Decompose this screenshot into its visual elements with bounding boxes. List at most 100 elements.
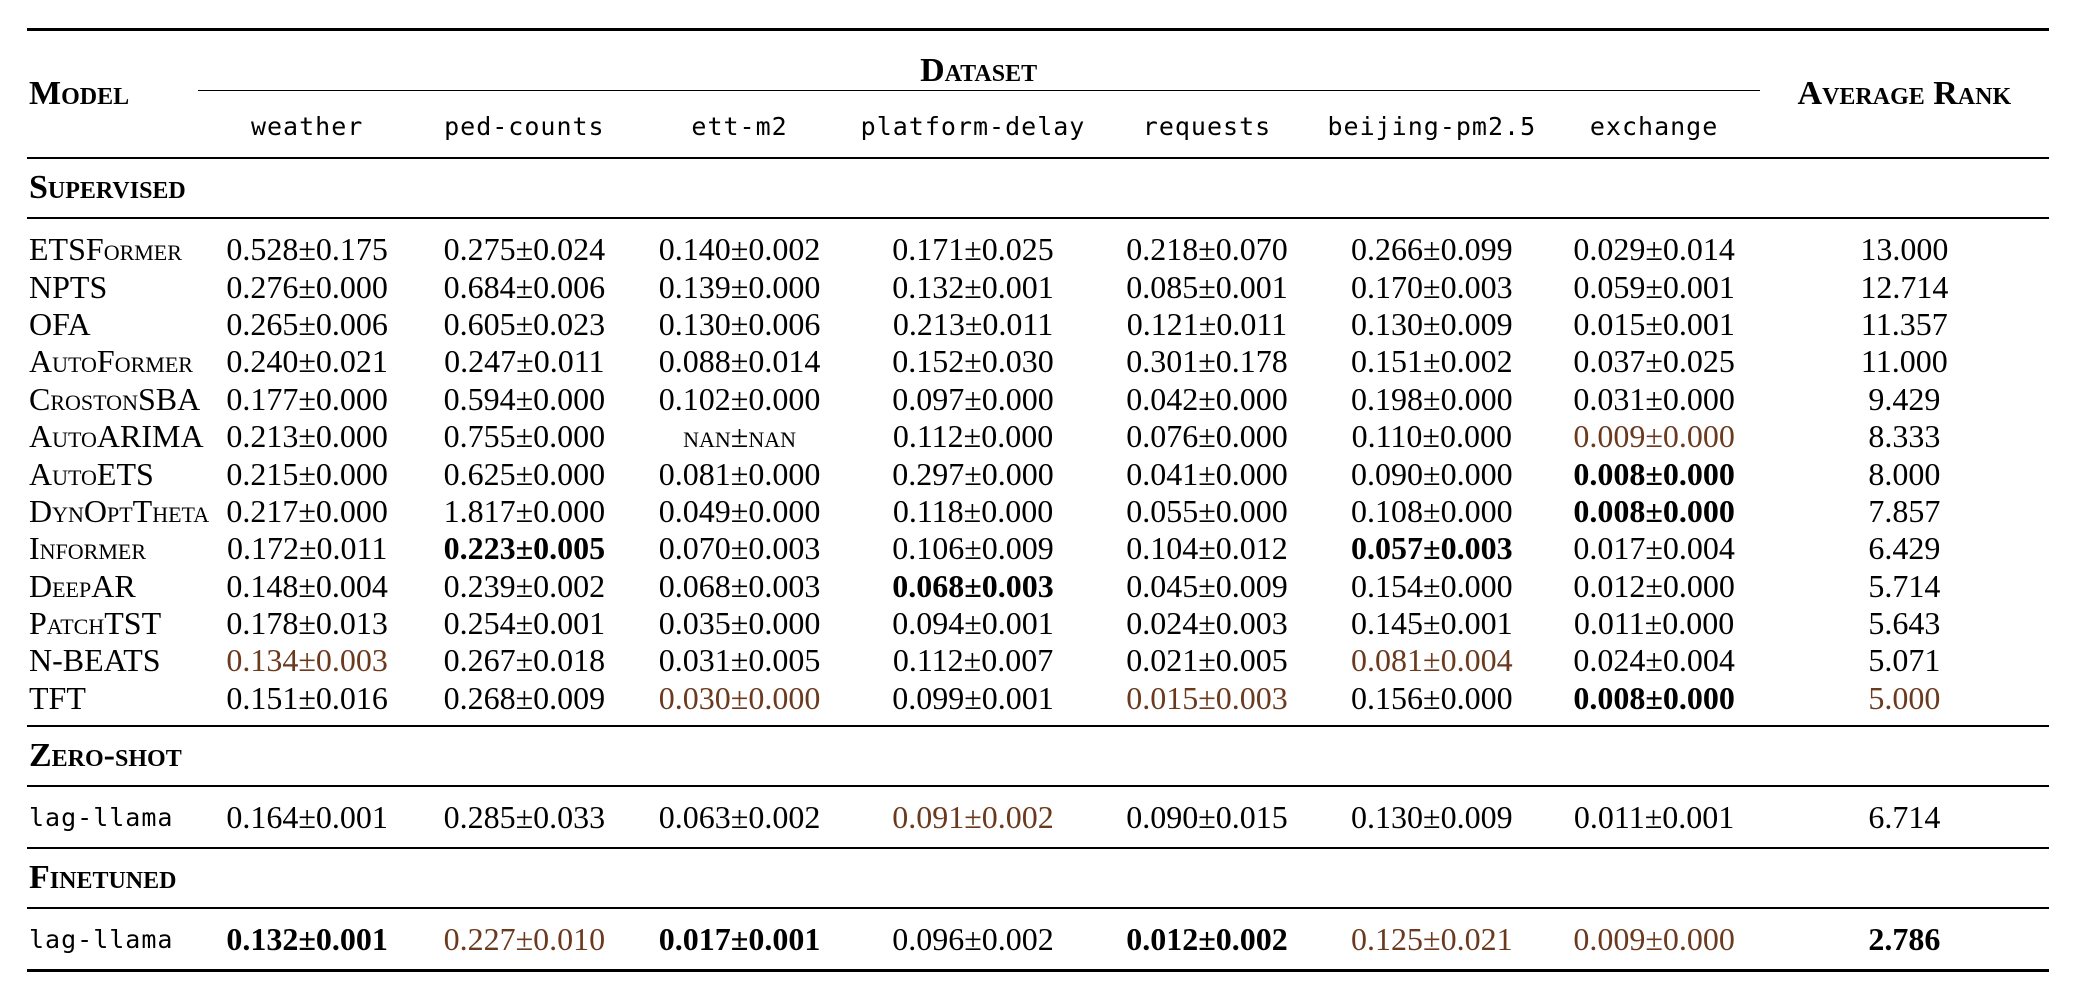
score-cell: 0.132±0.001 bbox=[892, 268, 1054, 305]
model-name-cell: Informer bbox=[29, 530, 147, 567]
score-cell: 0.042±0.000 bbox=[1126, 380, 1288, 417]
score-cell: 0.239±0.002 bbox=[443, 567, 606, 604]
table-row: AutoFormer 0.240±0.021 0.247±0.011 0.088±0.… bbox=[27, 343, 2049, 380]
average-rank-cell: 6.429 bbox=[1868, 530, 1941, 567]
section-label-supervised: Supervised bbox=[29, 169, 186, 206]
header-row-1: Model Dataset Average Rank bbox=[27, 29, 2049, 112]
score-cell: 0.152±0.030 bbox=[892, 343, 1054, 380]
average-rank-cell: 11.000 bbox=[1860, 343, 1948, 380]
model-name-cell: N-BEATS bbox=[29, 642, 161, 679]
score-cell: 0.140±0.002 bbox=[658, 231, 821, 268]
score-cell: 0.148±0.004 bbox=[226, 567, 388, 604]
model-header: Model bbox=[29, 75, 130, 112]
score-cell: 0.045±0.009 bbox=[1126, 567, 1288, 604]
average-rank-cell: 8.333 bbox=[1868, 418, 1941, 455]
score-cell: 0.088±0.014 bbox=[658, 343, 821, 380]
table-row: NPTS 0.276±0.000 0.684±0.006 0.139±0.000 0.1… bbox=[27, 268, 2049, 305]
model-name-cell: AutoARIMA bbox=[29, 418, 204, 455]
score-cell: 0.170±0.003 bbox=[1351, 268, 1513, 305]
score-cell: 0.021±0.005 bbox=[1126, 642, 1288, 679]
score-cell: 0.285±0.033 bbox=[443, 798, 606, 835]
score-cell: 0.213±0.011 bbox=[892, 305, 1054, 342]
score-cell: 0.024±0.004 bbox=[1573, 642, 1735, 679]
average-rank-cell: 5.714 bbox=[1868, 567, 1941, 604]
model-name-cell: AutoFormer bbox=[29, 343, 193, 380]
model-name-cell: PatchTST bbox=[29, 605, 162, 642]
score-cell: 0.031±0.000 bbox=[1573, 380, 1735, 417]
average-rank-cell: 5.643 bbox=[1868, 605, 1941, 642]
score-cell: 0.178±0.013 bbox=[226, 605, 388, 642]
column-header-exchange: exchange bbox=[1589, 111, 1719, 141]
score-cell: 0.037±0.025 bbox=[1573, 343, 1735, 380]
average-rank-cell: 5.071 bbox=[1868, 642, 1941, 679]
score-cell: 0.106±0.009 bbox=[892, 530, 1054, 567]
score-cell: 0.684±0.006 bbox=[443, 268, 606, 305]
table-row: OFA 0.265±0.006 0.605±0.023 0.130±0.006 0.21… bbox=[27, 306, 2049, 343]
score-cell: 0.108±0.000 bbox=[1351, 492, 1513, 529]
score-cell: 0.254±0.001 bbox=[443, 605, 606, 642]
score-cell: 0.130±0.009 bbox=[1351, 798, 1513, 835]
average-rank-cell: 13.000 bbox=[1860, 231, 1949, 268]
score-cell: 0.227±0.010 bbox=[443, 920, 606, 957]
score-cell: 0.151±0.002 bbox=[1351, 343, 1513, 380]
score-cell: 0.132±0.001 bbox=[226, 920, 388, 957]
score-cell: 0.090±0.015 bbox=[1126, 798, 1288, 835]
score-cell: 0.041±0.000 bbox=[1126, 455, 1288, 492]
section-row-supervised: Supervised bbox=[27, 158, 2049, 218]
model-name-cell: OFA bbox=[29, 305, 91, 342]
table-row: PatchTST 0.178±0.013 0.254±0.001 0.035±0.00… bbox=[27, 605, 2049, 642]
model-name-cell: ETSFormer bbox=[29, 231, 182, 268]
score-cell: 0.055±0.000 bbox=[1126, 492, 1288, 529]
score-cell: 0.130±0.009 bbox=[1351, 305, 1513, 342]
section-row-finetuned: Finetuned bbox=[27, 848, 2049, 908]
score-cell: 0.012±0.000 bbox=[1573, 567, 1735, 604]
score-cell: 0.015±0.003 bbox=[1126, 679, 1288, 716]
average-rank-cell: 8.000 bbox=[1868, 455, 1941, 492]
table-row: TFT 0.151±0.016 0.268±0.009 0.030±0.000 0.09… bbox=[27, 680, 2049, 726]
results-table-container: Model Dataset Average Rank weather ped-c… bbox=[27, 28, 2049, 972]
model-name-cell: DynOptTheta bbox=[29, 492, 210, 529]
score-cell: 0.017±0.001 bbox=[658, 920, 821, 957]
average-rank-cell: 12.714 bbox=[1860, 268, 1949, 305]
model-name-cell: lag-llama bbox=[29, 802, 174, 832]
score-cell: nan±nan bbox=[683, 418, 796, 455]
score-cell: 0.011±0.000 bbox=[1573, 605, 1735, 642]
score-cell: 0.247±0.011 bbox=[444, 343, 605, 380]
column-header-ped-counts: ped-counts bbox=[444, 111, 605, 141]
score-cell: 0.009±0.000 bbox=[1573, 418, 1735, 455]
score-cell: 0.031±0.005 bbox=[658, 642, 821, 679]
dataset-header-label: Dataset bbox=[197, 52, 1760, 91]
average-rank-cell: 6.714 bbox=[1868, 798, 1941, 835]
score-cell: 0.068±0.003 bbox=[892, 567, 1054, 604]
score-cell: 0.276±0.000 bbox=[226, 268, 388, 305]
model-name-cell: lag-llama bbox=[29, 924, 174, 954]
score-cell: 0.085±0.001 bbox=[1126, 268, 1288, 305]
table-row: lag-llama 0.132±0.001 0.227±0.010 0.017±0.0… bbox=[27, 908, 2049, 971]
score-cell: 0.110±0.000 bbox=[1351, 418, 1512, 455]
score-cell: 0.154±0.000 bbox=[1351, 567, 1513, 604]
score-cell: 0.134±0.003 bbox=[226, 642, 388, 679]
score-cell: 0.139±0.000 bbox=[658, 268, 821, 305]
section-label-zero-shot: Zero-shot bbox=[29, 737, 182, 775]
score-cell: 0.125±0.021 bbox=[1351, 920, 1513, 957]
score-cell: 0.267±0.018 bbox=[443, 642, 606, 679]
score-cell: 0.118±0.000 bbox=[892, 492, 1054, 529]
score-cell: 0.030±0.000 bbox=[658, 679, 821, 716]
table-row: CrostonSBA 0.177±0.000 0.594±0.000 0.102±0.… bbox=[27, 381, 2049, 418]
model-name-cell: DeepAR bbox=[29, 567, 136, 604]
score-cell: 1.817±0.000 bbox=[443, 492, 606, 529]
column-header-platform-delay: platform-delay bbox=[860, 111, 1086, 141]
score-cell: 0.008±0.000 bbox=[1573, 455, 1735, 492]
table-row: AutoARIMA 0.213±0.000 0.755±0.000 nan±nan 0.… bbox=[27, 418, 2049, 455]
column-header-weather: weather bbox=[250, 111, 364, 141]
table-row: Informer 0.172±0.011 0.223±0.005 0.070±0.00… bbox=[27, 530, 2049, 567]
score-cell: 0.024±0.003 bbox=[1126, 605, 1288, 642]
score-cell: 0.011±0.001 bbox=[1573, 798, 1735, 835]
model-name-cell: AutoETS bbox=[29, 455, 154, 492]
score-cell: 0.112±0.000 bbox=[892, 418, 1054, 455]
score-cell: 0.094±0.001 bbox=[892, 605, 1054, 642]
average-rank-cell: 7.857 bbox=[1868, 492, 1941, 529]
model-name-cell: CrostonSBA bbox=[29, 380, 201, 417]
score-cell: 0.223±0.005 bbox=[443, 530, 606, 567]
average-rank-cell: 11.357 bbox=[1860, 305, 1948, 342]
